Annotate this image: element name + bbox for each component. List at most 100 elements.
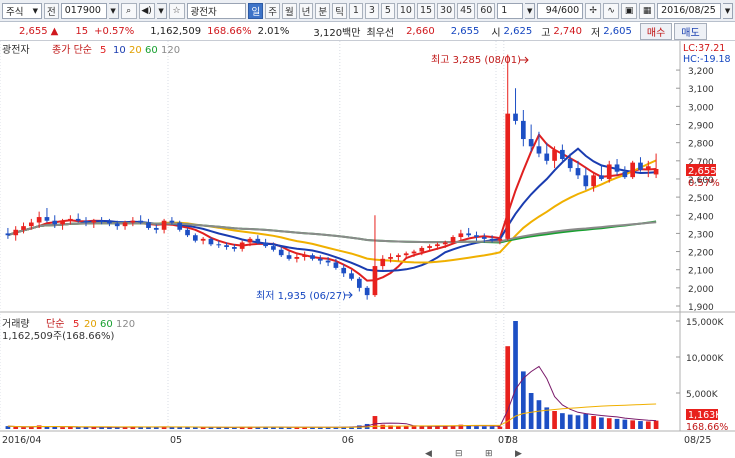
- ask-price: 2,660: [406, 25, 435, 37]
- candle-body: [310, 255, 315, 259]
- stock-name-field: 광전자: [186, 2, 247, 19]
- candle-body: [286, 255, 292, 259]
- speaker-icon[interactable]: ◀): [138, 2, 155, 19]
- candle-body: [474, 235, 479, 238]
- volume-bar: [614, 418, 620, 429]
- interval-45[interactable]: 45: [457, 2, 476, 19]
- volume-bar: [638, 421, 643, 429]
- candle-body: [356, 278, 362, 288]
- candle-body: [5, 233, 11, 236]
- volume-tag-text: 1,163K: [688, 410, 722, 421]
- chart-area[interactable]: 3,2003,1003,0002,9002,8002,7002,6002,500…: [0, 41, 735, 458]
- current-pct-tag: 0.57%: [688, 178, 720, 189]
- volume-tick-label: 15,000K: [686, 318, 724, 328]
- scroll-right-icon[interactable]: ▶: [515, 449, 522, 458]
- candle-body: [653, 168, 659, 175]
- change-percent: +0.57%: [94, 25, 135, 37]
- candle-body: [247, 238, 253, 243]
- hc-label: HC:-19.18: [683, 54, 731, 65]
- date-dropdown-icon[interactable]: ▼: [723, 2, 733, 19]
- volume-value-label: 1,162,509주(168.66%): [2, 331, 114, 342]
- stock-code-input[interactable]: 017900: [60, 2, 107, 19]
- save-icon[interactable]: ▣: [621, 2, 638, 19]
- volume-bar: [36, 425, 42, 429]
- sound-dropdown-icon[interactable]: ▼: [156, 2, 167, 19]
- candle-body: [200, 238, 206, 241]
- interval-dropdown-icon[interactable]: ▼: [525, 2, 536, 19]
- chart-line-icon[interactable]: ∿: [603, 2, 620, 19]
- interval-60[interactable]: 60: [477, 2, 496, 19]
- period-week[interactable]: 주: [265, 2, 280, 19]
- zoom-in-icon[interactable]: ⊞: [485, 449, 493, 458]
- candle-body: [278, 249, 284, 256]
- up-arrow-icon: ▲: [50, 25, 59, 37]
- period-month[interactable]: 월: [281, 2, 297, 19]
- candle-body: [325, 260, 331, 263]
- best-quote-label: 최우선: [366, 27, 395, 39]
- candle-body: [21, 226, 26, 230]
- candle-body: [435, 244, 440, 247]
- vol-legend-ma5: 5: [73, 319, 79, 330]
- trade-amount: 3,120백만: [313, 27, 361, 39]
- price-tick-label: 3,100: [688, 85, 714, 95]
- quote-bar: 2,655 ▲ 15 +0.57% 1,162,509 168.66% 2.01…: [0, 22, 735, 41]
- zoom-out-icon[interactable]: ⊟: [455, 449, 463, 458]
- interval-1[interactable]: 1: [348, 2, 363, 19]
- candle-body: [505, 113, 511, 239]
- price-tick-label: 2,800: [688, 140, 714, 150]
- price-tick-label: 2,900: [688, 122, 714, 132]
- period-day[interactable]: 일: [248, 2, 264, 19]
- candle-body: [630, 162, 636, 178]
- price-change: 15: [75, 25, 89, 37]
- candle-body: [239, 242, 245, 249]
- candle-body: [263, 242, 268, 247]
- market-select[interactable]: 주식 ▼: [2, 2, 42, 19]
- interval-15[interactable]: 15: [416, 2, 436, 19]
- candle-body: [388, 257, 393, 259]
- volume-bar: [153, 427, 159, 429]
- candle-body: [52, 220, 58, 225]
- volume-bar: [68, 426, 73, 429]
- candle-body: [466, 233, 472, 236]
- candle-body: [481, 237, 487, 239]
- interval-10[interactable]: 10: [396, 2, 415, 19]
- price-panel-title: 광전자: [2, 44, 30, 56]
- candle-body: [99, 220, 104, 222]
- candle-body: [513, 113, 518, 121]
- vol-legend-ma120: 120: [116, 319, 135, 330]
- code-dropdown-icon[interactable]: ▼: [108, 2, 119, 19]
- candle-body: [341, 267, 347, 274]
- buy-button[interactable]: 매수: [639, 22, 673, 40]
- range-input[interactable]: 94/600: [537, 2, 584, 19]
- star-icon[interactable]: ☆: [168, 2, 185, 19]
- period-minute[interactable]: 분: [315, 2, 331, 19]
- price-tick-label: 2,100: [688, 267, 714, 277]
- crosshair-icon[interactable]: ✢: [585, 2, 602, 19]
- prefix-button[interactable]: 전: [43, 2, 59, 19]
- candle-body: [153, 227, 159, 230]
- candle-body: [645, 166, 651, 170]
- period-tick[interactable]: 틱: [332, 2, 347, 19]
- interval-30[interactable]: 30: [437, 2, 456, 19]
- volume-bar: [552, 411, 557, 429]
- search-icon[interactable]: ⌕: [120, 2, 137, 19]
- sell-button[interactable]: 매도: [674, 22, 707, 40]
- interval-value: 1: [501, 5, 508, 16]
- interval-select[interactable]: 1: [497, 2, 524, 19]
- volume-bar: [60, 427, 65, 429]
- candle-body: [427, 246, 432, 248]
- candle-body: [28, 222, 34, 227]
- calendar-icon[interactable]: ▦: [639, 2, 656, 19]
- candle-body: [419, 247, 425, 252]
- date-input[interactable]: 2016/08/25: [657, 2, 722, 19]
- volume-bar: [474, 426, 479, 429]
- turnover-rate: 2.01%: [257, 25, 290, 37]
- interval-3[interactable]: 3: [364, 2, 379, 19]
- scroll-left-icon[interactable]: ◀: [425, 449, 432, 458]
- price-tick-label: 2,200: [688, 249, 714, 259]
- price-tick-label: 2,000: [688, 285, 714, 295]
- period-year[interactable]: 년: [298, 2, 314, 19]
- price-tick-label: 2,500: [688, 194, 714, 204]
- interval-5[interactable]: 5: [380, 2, 395, 19]
- candle-body: [232, 247, 237, 249]
